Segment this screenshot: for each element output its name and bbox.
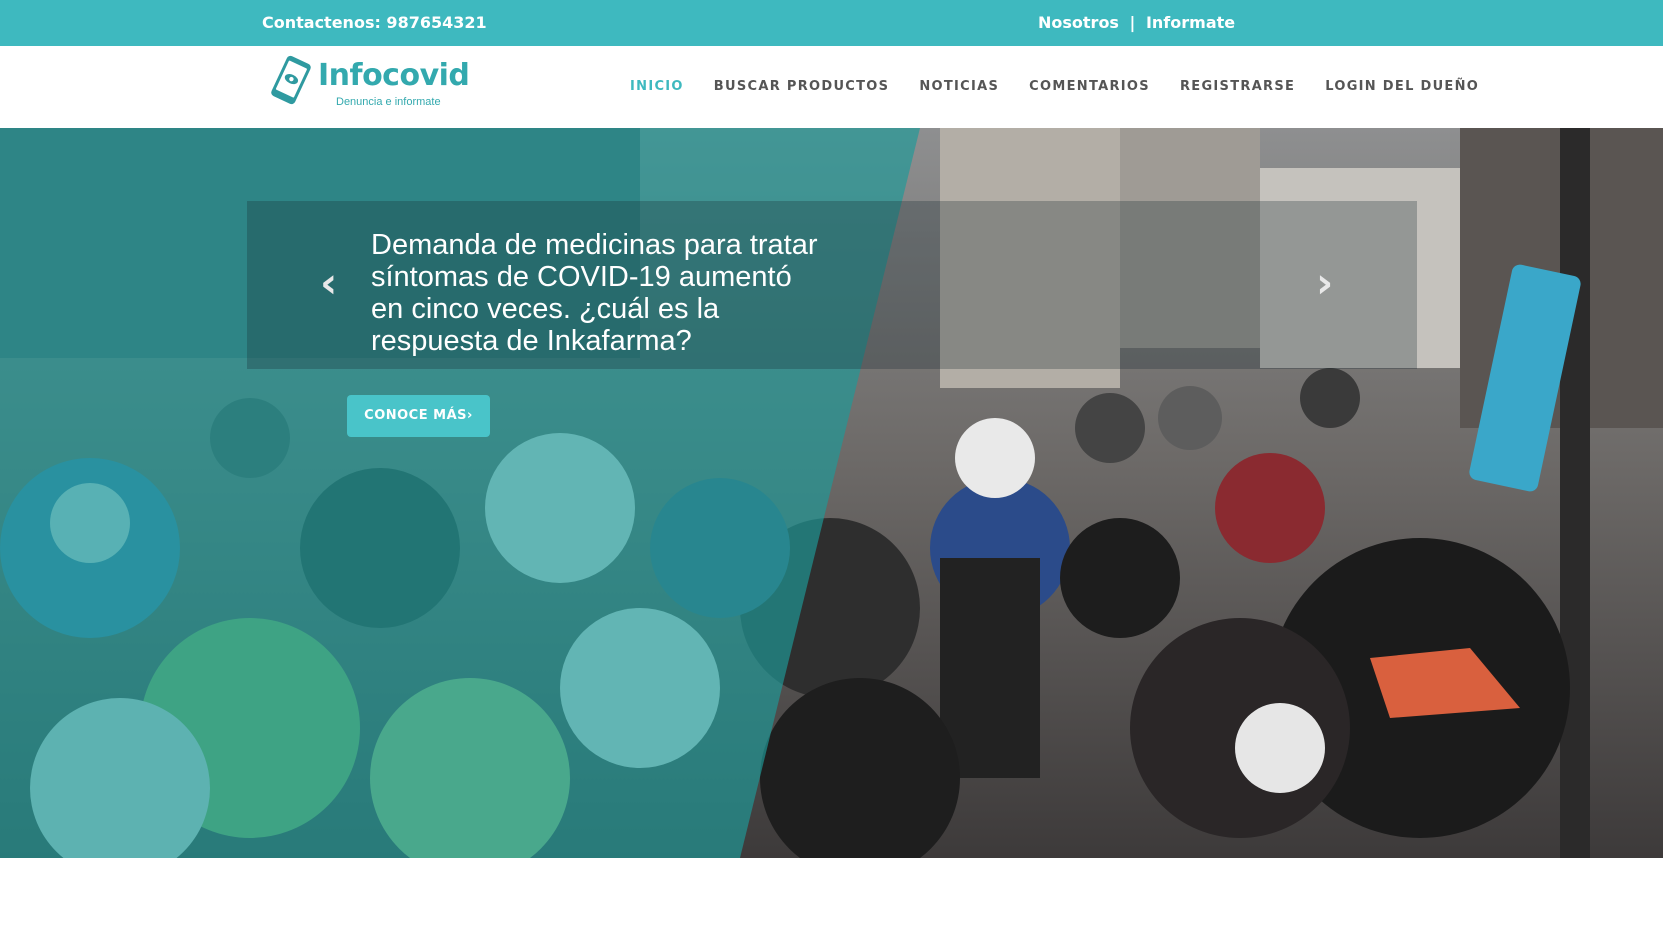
logo-name: Infocovid <box>318 58 470 93</box>
nav-registrarse[interactable]: REGISTRARSE <box>1180 79 1295 94</box>
nav-noticias[interactable]: NOTICIAS <box>919 79 999 94</box>
nav-login-dueno[interactable]: LOGIN DEL DUEÑO <box>1325 79 1479 94</box>
hero-slider: Demanda de medicinas para tratar síntoma… <box>0 128 1663 858</box>
main-navbar: Infocovid Denuncia e informate INICIO BU… <box>0 46 1663 128</box>
contact-phone: Contactenos: 987654321 <box>262 13 487 32</box>
nav-inicio[interactable]: INICIO <box>630 79 684 94</box>
logo-tagline: Denuncia e informate <box>336 96 441 108</box>
nav-buscar-productos[interactable]: BUSCAR PRODUCTOS <box>714 79 890 94</box>
informate-link[interactable]: Informate <box>1146 13 1235 32</box>
chevron-left-icon[interactable]: ‹ <box>320 262 337 304</box>
conoce-mas-button[interactable]: CONOCE MÁS› <box>347 395 490 437</box>
link-separator: | <box>1129 13 1136 32</box>
top-bar: Contactenos: 987654321 Nosotros | Inform… <box>0 0 1663 46</box>
nav-comentarios[interactable]: COMENTARIOS <box>1029 79 1150 94</box>
slide-headline: Demanda de medicinas para tratar síntoma… <box>371 229 818 357</box>
phone-eye-icon <box>271 55 311 105</box>
top-links: Nosotros | Informate <box>1038 13 1235 32</box>
main-menu: INICIO BUSCAR PRODUCTOS NOTICIAS COMENTA… <box>630 79 1509 94</box>
site-logo[interactable]: Infocovid Denuncia e informate <box>262 52 472 112</box>
chevron-right-icon[interactable]: › <box>1316 262 1333 304</box>
nosotros-link[interactable]: Nosotros <box>1038 13 1119 32</box>
